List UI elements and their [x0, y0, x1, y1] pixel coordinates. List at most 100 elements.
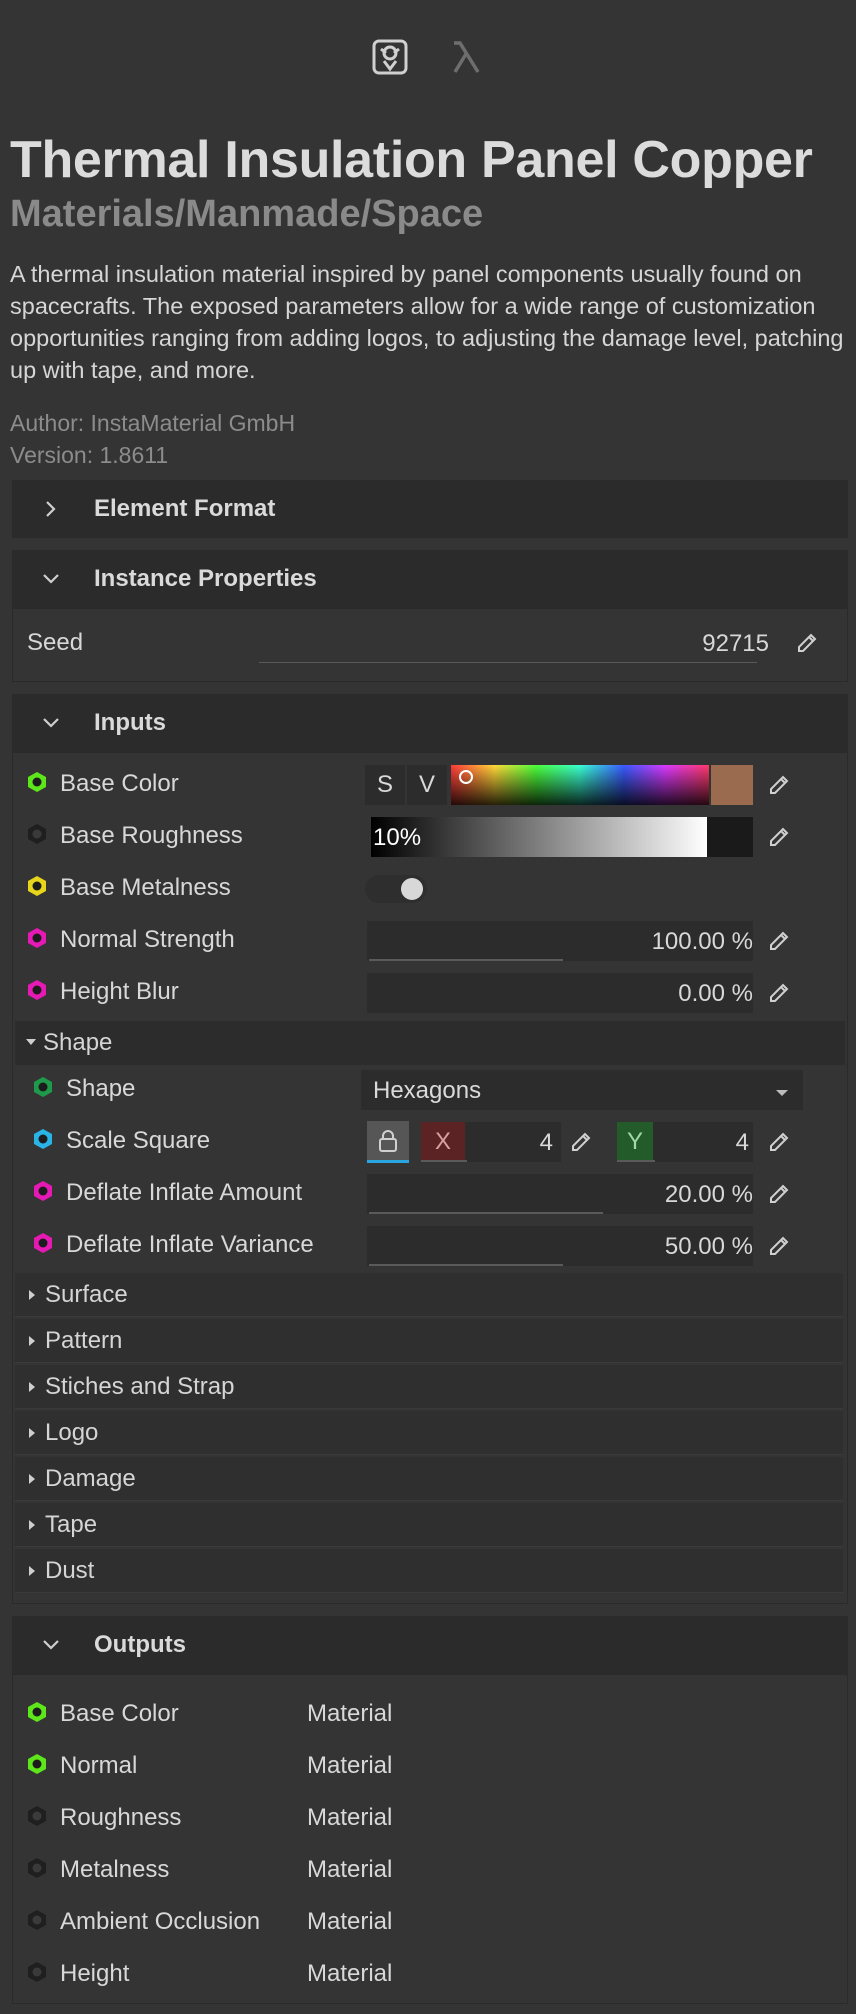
group-surface[interactable]: Surface: [15, 1273, 843, 1317]
normal-strength-value: 100.00 %: [651, 928, 753, 955]
connector-dark-icon[interactable]: [26, 1857, 48, 1879]
x-axis-badge: X: [421, 1122, 465, 1162]
edit-deflate-amount-pencil-icon[interactable]: [761, 1176, 797, 1212]
scale-x-line: [421, 1160, 467, 1162]
author: Author: InstaMaterial GmbH: [10, 410, 296, 436]
chevron-down-icon: [22, 1616, 80, 1674]
scale-y-field[interactable]: Y 4: [617, 1122, 753, 1162]
normal-strength-field[interactable]: 100.00 %: [367, 921, 753, 961]
group-tape[interactable]: Tape: [15, 1503, 843, 1547]
lock-icon: [379, 1129, 397, 1152]
triangle-right-icon: [25, 1427, 39, 1439]
output-type: Material: [307, 1908, 393, 1935]
color-swatch[interactable]: [711, 765, 753, 805]
deflate-amount-field[interactable]: 20.00 %: [367, 1174, 753, 1214]
connector-cyan-icon[interactable]: [32, 1128, 54, 1150]
section-outputs[interactable]: Outputs: [12, 1616, 848, 1674]
connector-dark-icon[interactable]: [26, 1961, 48, 1983]
triangle-right-icon: [25, 1473, 39, 1485]
edit-normal-pencil-icon[interactable]: [761, 923, 797, 959]
edit-seed-pencil-icon[interactable]: [789, 625, 825, 661]
connector-green-icon[interactable]: [26, 1753, 48, 1775]
output-type: Material: [307, 1856, 393, 1883]
hue-gradient-picker[interactable]: [451, 765, 709, 805]
edit-roughness-pencil-icon[interactable]: [761, 819, 797, 855]
output-type: Material: [307, 1960, 393, 1987]
seed-field[interactable]: 92715: [259, 623, 769, 663]
output-type: Material: [307, 1752, 393, 1779]
seed-label: Seed: [27, 629, 84, 656]
group-stiches-and-strap[interactable]: Stiches and Strap: [15, 1365, 843, 1409]
shape-dropdown[interactable]: Hexagons: [361, 1070, 803, 1110]
output-label: Roughness: [60, 1804, 182, 1831]
group-label: Logo: [45, 1418, 99, 1446]
s-toggle[interactable]: S: [365, 765, 405, 805]
height-blur-value: 0.00 %: [678, 980, 753, 1007]
toggle-knob: [401, 878, 423, 900]
connector-magenta-icon[interactable]: [26, 979, 48, 1001]
output-label: Base Color: [60, 1700, 179, 1727]
connector-magenta-icon[interactable]: [26, 927, 48, 949]
y-axis-badge: Y: [617, 1122, 653, 1162]
hue-cursor[interactable]: [459, 770, 473, 784]
outputs-body: Base Color Material Normal Material Roug…: [12, 1674, 848, 2004]
normal-strength-fill: [369, 959, 563, 961]
graph-node-icon[interactable]: [370, 37, 410, 77]
scale-x-field[interactable]: X 4: [421, 1122, 561, 1162]
roughness-slider[interactable]: 10%: [371, 817, 753, 857]
output-label: Height: [60, 1960, 130, 1987]
connector-dark-icon[interactable]: [26, 1909, 48, 1931]
roughness-value[interactable]: 10%: [373, 824, 421, 852]
deflate-amount-label: Deflate Inflate Amount: [66, 1179, 303, 1206]
connector-dark-icon[interactable]: [26, 823, 48, 845]
connector-green-icon[interactable]: [26, 771, 48, 793]
top-toolbar: [0, 34, 856, 80]
deflate-variance-field[interactable]: 50.00 %: [367, 1226, 753, 1266]
base-metalness-label: Base Metalness: [60, 874, 231, 901]
lock-ratio-button[interactable]: [367, 1121, 409, 1163]
shape-label: Shape: [66, 1075, 136, 1102]
section-label: Instance Properties: [94, 565, 317, 592]
edit-scale-x-pencil-icon[interactable]: [563, 1124, 599, 1160]
edit-color-pencil-icon[interactable]: [761, 767, 797, 803]
connector-magenta-icon[interactable]: [32, 1180, 54, 1202]
group-label: Tape: [45, 1510, 98, 1538]
section-inputs[interactable]: Inputs: [12, 694, 848, 752]
connector-green-icon[interactable]: [26, 1701, 48, 1723]
section-label: Outputs: [94, 1631, 186, 1658]
section-element-format[interactable]: Element Format: [12, 480, 848, 538]
page-subtitle: Materials/Manmade/Space: [10, 193, 484, 235]
triangle-right-icon: [25, 1335, 39, 1347]
triangle-right-icon: [25, 1519, 39, 1531]
group-label: Stiches and Strap: [45, 1372, 235, 1400]
triangle-right-icon: [25, 1565, 39, 1577]
group-pattern[interactable]: Pattern: [15, 1319, 843, 1363]
edit-scale-y-pencil-icon[interactable]: [761, 1124, 797, 1160]
group-shape[interactable]: Shape: [15, 1021, 845, 1065]
group-logo[interactable]: Logo: [15, 1411, 843, 1455]
height-blur-field[interactable]: 0.00 %: [367, 973, 753, 1013]
connector-teal-icon[interactable]: [32, 1076, 54, 1098]
group-damage[interactable]: Damage: [15, 1457, 843, 1501]
output-label: Normal: [60, 1752, 138, 1779]
output-row: Base Color Material: [13, 1687, 849, 1739]
inputs-body: Base Color S V Base Roughness 10% Base M…: [12, 752, 848, 1604]
output-row: Height Material: [13, 1947, 849, 1999]
lambda-icon[interactable]: [446, 37, 486, 77]
connector-yellow-icon[interactable]: [26, 875, 48, 897]
output-row: Roughness Material: [13, 1791, 849, 1843]
group-label: Shape: [43, 1029, 113, 1056]
scale-square-label: Scale Square: [66, 1127, 211, 1154]
description: A thermal insulation material inspired b…: [10, 261, 844, 383]
height-blur-label: Height Blur: [60, 978, 179, 1005]
metalness-toggle[interactable]: [365, 875, 427, 903]
edit-deflate-variance-pencil-icon[interactable]: [761, 1228, 797, 1264]
output-type: Material: [307, 1700, 393, 1727]
section-instance-properties[interactable]: Instance Properties: [12, 550, 848, 608]
group-dust[interactable]: Dust: [15, 1549, 843, 1593]
edit-height-blur-pencil-icon[interactable]: [761, 975, 797, 1011]
triangle-down-icon: [25, 1034, 37, 1052]
connector-dark-icon[interactable]: [26, 1805, 48, 1827]
connector-magenta-icon[interactable]: [32, 1232, 54, 1254]
v-toggle[interactable]: V: [407, 765, 447, 805]
